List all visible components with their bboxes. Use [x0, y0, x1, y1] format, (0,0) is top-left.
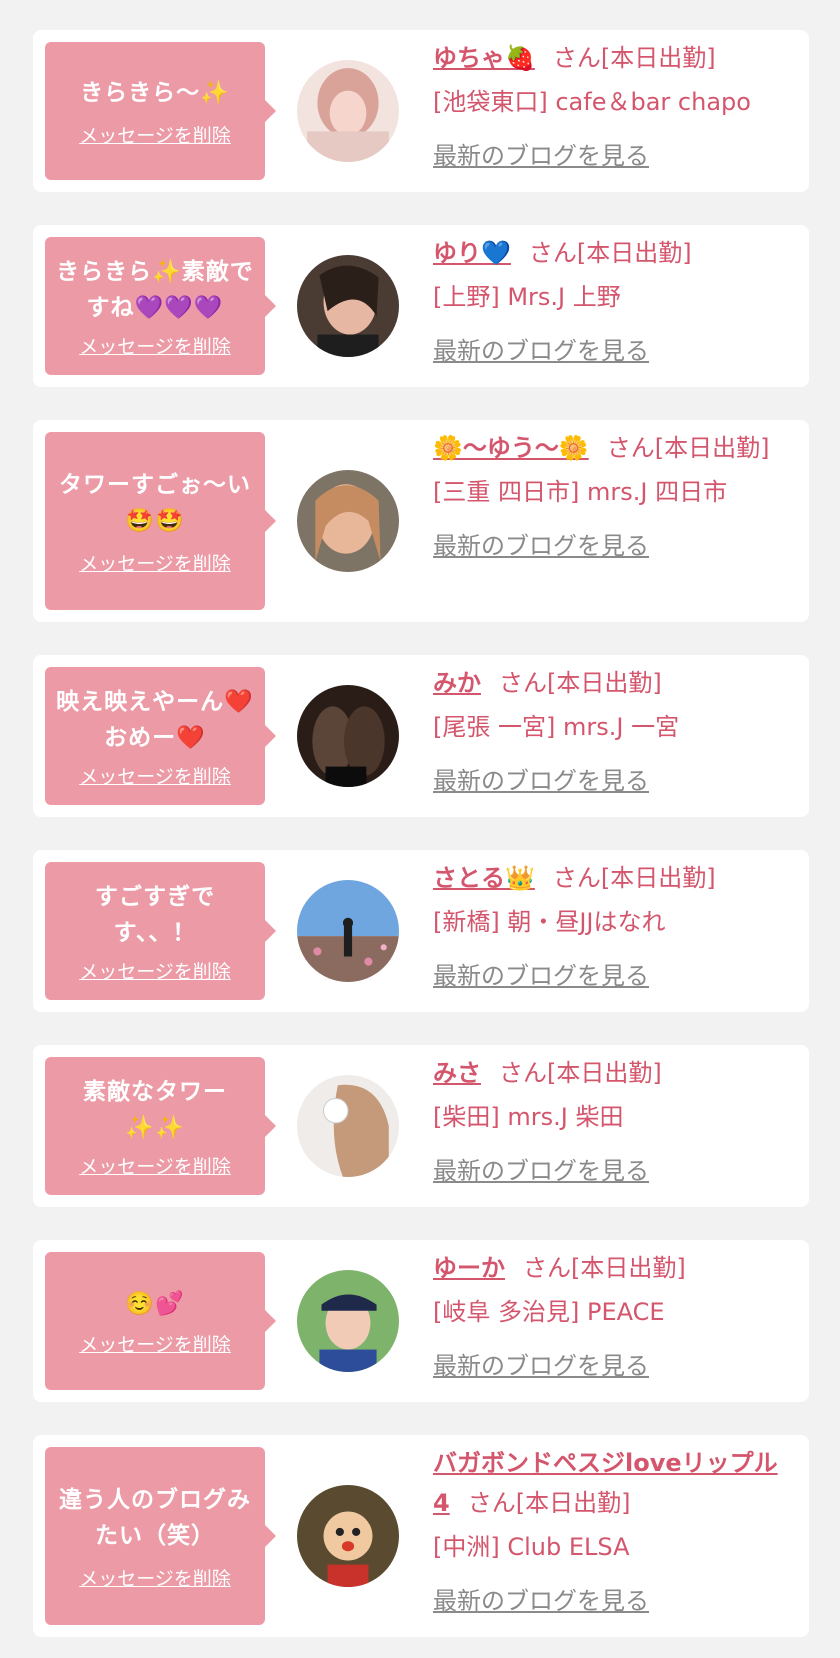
cast-info: 🌼〜ゆう〜🌼 さん[本日出勤] [三重 四日市] mrs.J 四日市 最新のブログ…	[433, 428, 781, 566]
list-item: 素敵なタワー✨✨ メッセージを削除 みさ さん[本日出勤] [柴田] mrs.J …	[33, 1045, 809, 1207]
attendance-status: さん[本日出勤]	[528, 239, 692, 267]
latest-blog-link[interactable]: 最新のブログを見る	[433, 1581, 649, 1621]
attendance-status: さん[本日出勤]	[499, 669, 662, 697]
delete-message-link[interactable]: メッセージを削除	[79, 762, 231, 789]
delete-message-link[interactable]: メッセージを削除	[79, 1564, 231, 1591]
message-bubble: ☺️💕 メッセージを削除	[45, 1252, 276, 1390]
message-text: タワーすごぉ〜い🤩🤩	[59, 471, 251, 534]
cast-name-link[interactable]: 🌼〜ゆう〜🌼	[433, 434, 589, 462]
latest-blog-link[interactable]: 最新のブログを見る	[433, 761, 649, 801]
avatar[interactable]	[297, 1270, 399, 1372]
avatar[interactable]	[297, 1485, 399, 1587]
shop-name: [三重 四日市] mrs.J 四日市	[433, 478, 728, 506]
latest-blog-link[interactable]: 最新のブログを見る	[433, 1151, 649, 1191]
shop-name: [尾張 一宮] mrs.J 一宮	[433, 713, 680, 741]
list-item: タワーすごぉ〜い🤩🤩 メッセージを削除 🌼〜ゆう〜🌼 さん[本日出勤] [三重 四…	[33, 420, 809, 622]
message-text: きらきら〜✨	[80, 79, 230, 106]
shop-name: [池袋東口] cafe＆bar chapo	[433, 88, 751, 116]
message-bubble: 違う人のブログみたい（笑） メッセージを削除	[45, 1447, 276, 1625]
attendance-status: さん[本日出勤]	[606, 434, 770, 462]
latest-blog-link[interactable]: 最新のブログを見る	[433, 956, 649, 996]
cast-name-link[interactable]: ゆり💙	[433, 239, 511, 267]
shop-name: [上野] Mrs.J 上野	[433, 283, 621, 311]
latest-blog-link[interactable]: 最新のブログを見る	[433, 331, 649, 371]
cast-info: さとる👑 さん[本日出勤] [新橋] 朝・昼JJはなれ 最新のブログを見る	[433, 858, 781, 996]
message-bubble: すごすぎです、、！ メッセージを削除	[45, 862, 276, 1000]
cast-info: みさ さん[本日出勤] [柴田] mrs.J 柴田 最新のブログを見る	[433, 1053, 781, 1191]
avatar[interactable]	[297, 685, 399, 787]
latest-blog-link[interactable]: 最新のブログを見る	[433, 1346, 649, 1386]
avatar[interactable]	[297, 1075, 399, 1177]
attendance-status: さん[本日出勤]	[467, 1489, 631, 1517]
delete-message-link[interactable]: メッセージを削除	[79, 121, 231, 148]
cast-info: ゆり💙 さん[本日出勤] [上野] Mrs.J 上野 最新のブログを見る	[433, 233, 781, 371]
message-bubble: きらきら✨素敵ですね💜💜💜 メッセージを削除	[45, 237, 276, 375]
attendance-status: さん[本日出勤]	[523, 1254, 686, 1282]
avatar[interactable]	[297, 470, 399, 572]
shop-name: [岐阜 多治見] PEACE	[433, 1298, 665, 1326]
cast-info: ゆーか さん[本日出勤] [岐阜 多治見] PEACE 最新のブログを見る	[433, 1248, 781, 1386]
attendance-status: さん[本日出勤]	[552, 864, 716, 892]
message-bubble: タワーすごぉ〜い🤩🤩 メッセージを削除	[45, 432, 276, 610]
shop-name: [中洲] Club ELSA	[433, 1533, 630, 1561]
message-list: きらきら〜✨ メッセージを削除 ゆちゃ🍓 さん[本日出勤] [池袋東口] cafe…	[0, 0, 840, 1658]
cast-name-link[interactable]: ゆちゃ🍓	[433, 44, 535, 72]
message-text: すごすぎです、、！	[94, 883, 216, 946]
shop-name: [柴田] mrs.J 柴田	[433, 1103, 624, 1131]
delete-message-link[interactable]: メッセージを削除	[79, 957, 231, 984]
list-item: すごすぎです、、！ メッセージを削除 さとる👑 さん[本日出勤] [新橋] 朝・昼…	[33, 850, 809, 1012]
cast-info: バガボンドペスジloveリップル4 さん[本日出勤] [中洲] Club ELSA…	[433, 1443, 781, 1621]
list-item: 映え映えやーん❤️おめー❤️ メッセージを削除 みか さん[本日出勤] [尾張 一…	[33, 655, 809, 817]
message-text: ☺️💕	[125, 1290, 185, 1317]
delete-message-link[interactable]: メッセージを削除	[79, 549, 231, 576]
avatar[interactable]	[297, 60, 399, 162]
latest-blog-link[interactable]: 最新のブログを見る	[433, 136, 649, 176]
avatar[interactable]	[297, 880, 399, 982]
latest-blog-link[interactable]: 最新のブログを見る	[433, 526, 649, 566]
message-bubble: きらきら〜✨ メッセージを削除	[45, 42, 276, 180]
cast-info: ゆちゃ🍓 さん[本日出勤] [池袋東口] cafe＆bar chapo 最新のブロ…	[433, 38, 781, 176]
attendance-status: さん[本日出勤]	[499, 1059, 662, 1087]
cast-name-link[interactable]: さとる👑	[433, 864, 535, 892]
cast-name-link[interactable]: みか	[433, 669, 481, 697]
list-item: 違う人のブログみたい（笑） メッセージを削除 バガボンドペスジloveリップル4…	[33, 1435, 809, 1637]
message-text: 素敵なタワー✨✨	[83, 1078, 227, 1141]
cast-info: みか さん[本日出勤] [尾張 一宮] mrs.J 一宮 最新のブログを見る	[433, 663, 781, 801]
attendance-status: さん[本日出勤]	[552, 44, 716, 72]
delete-message-link[interactable]: メッセージを削除	[79, 1152, 231, 1179]
list-item: きらきら〜✨ メッセージを削除 ゆちゃ🍓 さん[本日出勤] [池袋東口] cafe…	[33, 30, 809, 192]
message-bubble: 素敵なタワー✨✨ メッセージを削除	[45, 1057, 276, 1195]
message-text: 映え映えやーん❤️おめー❤️	[56, 688, 254, 751]
list-item: きらきら✨素敵ですね💜💜💜 メッセージを削除 ゆり💙 さん[本日出勤] [上野] …	[33, 225, 809, 387]
list-item: ☺️💕 メッセージを削除 ゆーか さん[本日出勤] [岐阜 多治見] PEACE …	[33, 1240, 809, 1402]
message-bubble: 映え映えやーん❤️おめー❤️ メッセージを削除	[45, 667, 276, 805]
cast-name-link[interactable]: みさ	[433, 1059, 481, 1087]
delete-message-link[interactable]: メッセージを削除	[79, 1330, 231, 1357]
avatar[interactable]	[297, 255, 399, 357]
shop-name: [新橋] 朝・昼JJはなれ	[433, 908, 666, 936]
delete-message-link[interactable]: メッセージを削除	[79, 332, 231, 359]
message-text: きらきら✨素敵ですね💜💜💜	[56, 258, 254, 321]
message-text: 違う人のブログみたい（笑）	[59, 1486, 251, 1549]
cast-name-link[interactable]: ゆーか	[433, 1254, 505, 1282]
